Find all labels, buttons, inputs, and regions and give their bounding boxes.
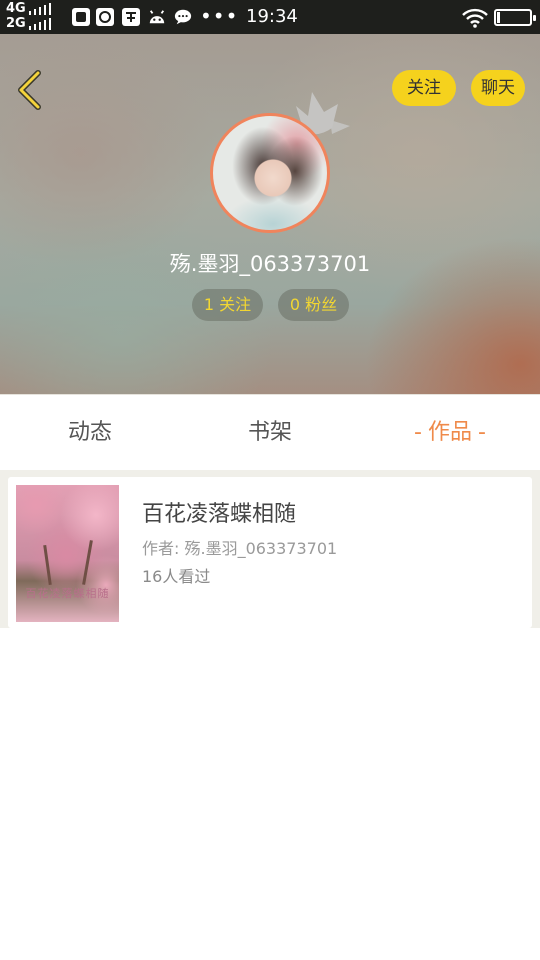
following-count-button[interactable]: 1 关注	[192, 289, 263, 321]
fans-count-button[interactable]: 0 粉丝	[278, 289, 349, 321]
follow-button[interactable]: 关注	[392, 70, 456, 106]
tab-activity[interactable]: 动态	[0, 395, 180, 471]
more-notifications-icon: •••	[200, 4, 239, 28]
wifi-icon	[462, 8, 488, 28]
notification-bag-icon	[72, 8, 90, 26]
battery-icon	[494, 9, 536, 26]
android-icon	[149, 10, 165, 24]
tab-active-dash-left: -	[414, 420, 422, 445]
chat-button[interactable]: 聊天	[471, 70, 525, 106]
book-cover-title: 百花凌落蝶相随	[25, 587, 110, 600]
tab-active-dash-right: -	[478, 420, 486, 445]
signal-bars-icon	[29, 18, 54, 30]
status-bar: 4G 2G ••• 19:34	[0, 0, 540, 34]
notification-read-icon	[122, 8, 140, 26]
tab-bookshelf[interactable]: 书架	[180, 395, 360, 471]
profile-tabs: 动态 书架 - 作品 -	[0, 394, 540, 470]
back-arrow-icon[interactable]	[10, 68, 50, 112]
book-title: 百花凌落蝶相随	[142, 502, 297, 527]
book-views: 16人看过	[142, 567, 211, 586]
clock: 19:34	[246, 6, 298, 27]
book-author: 作者: 殇.墨羽_063373701	[142, 539, 338, 558]
network-type-top: 4G	[6, 1, 26, 16]
username: 殇.墨羽_063373701	[169, 252, 371, 276]
notification-app-icon	[96, 8, 114, 26]
profile-header: 关注 聊天 殇.墨羽_063373701 1 关注 0 粉丝	[0, 34, 540, 394]
tab-works-label: 作品	[427, 420, 472, 445]
network-type-bottom: 2G	[6, 16, 26, 31]
tab-works[interactable]: - 作品 -	[360, 395, 540, 471]
avatar[interactable]	[210, 113, 330, 233]
message-bubble-icon	[174, 9, 192, 25]
list-item[interactable]: 百花凌落蝶相随 百花凌落蝶相随 作者: 殇.墨羽_063373701 16人看过	[8, 477, 532, 628]
book-cover: 百花凌落蝶相随	[16, 485, 119, 622]
signal-bars-icon	[29, 3, 54, 15]
network-indicator: 4G 2G	[6, 2, 62, 32]
